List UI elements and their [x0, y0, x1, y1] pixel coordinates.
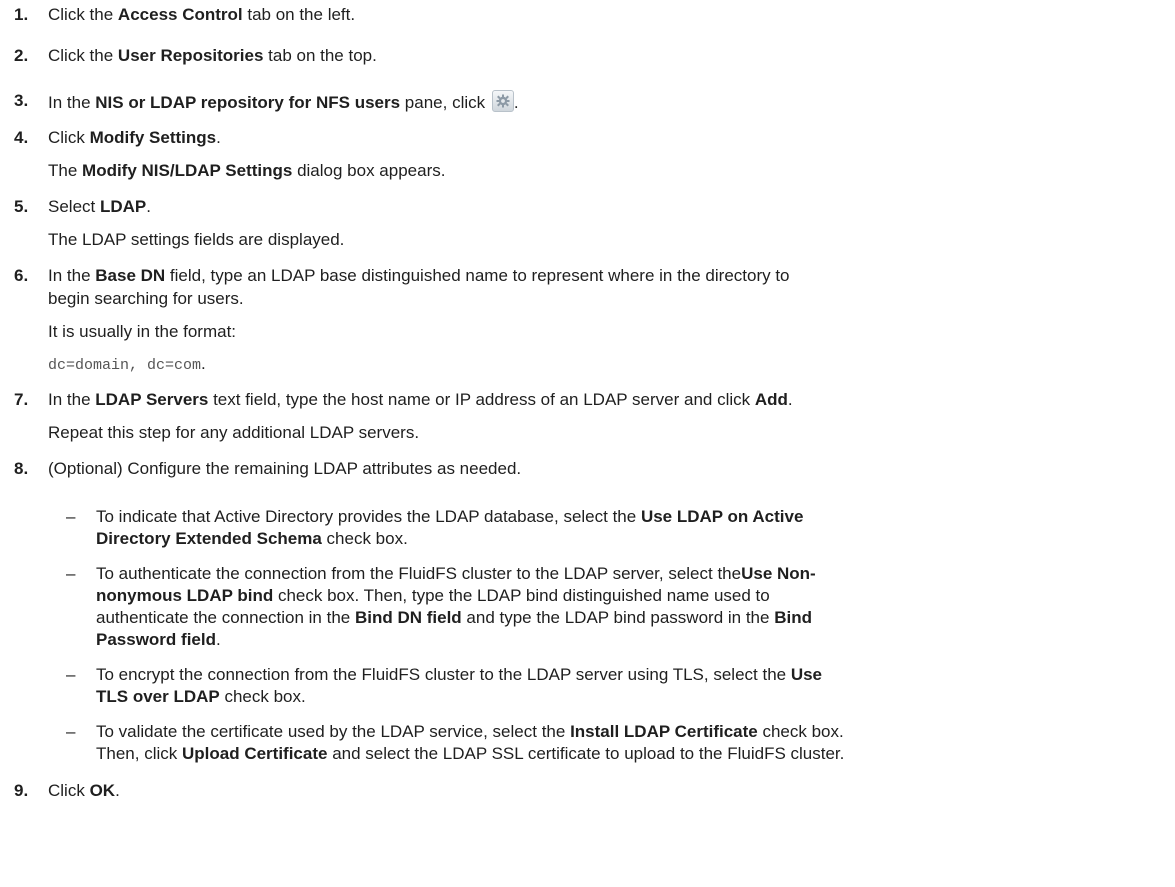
bullet-4-t3: Then, click [96, 744, 182, 763]
step-5-post: . [146, 197, 151, 216]
step-4-result-pre: The [48, 161, 83, 180]
step-7-result: Repeat this step for any additional LDAP… [48, 423, 420, 442]
step-4-post: . [216, 128, 221, 147]
step-6-continuation: begin searching for users. [48, 289, 244, 308]
bullet-4-t4: and select the LDAP SSL certificate to u… [327, 744, 845, 763]
step-6-code-tail: . [201, 354, 206, 373]
bullet-1-t2: check box. [321, 529, 408, 548]
step-2-text: Click the User Repositories tab on the t… [48, 45, 377, 67]
bullet-2-line-3: authenticate the connection in the Bind … [96, 607, 1166, 629]
step-4-bold: Modify Settings [89, 128, 217, 147]
bullet-1-b1b: Directory Extended Schema [96, 529, 322, 548]
step-6-code-line: dc=domain, dc=com. [48, 353, 206, 377]
bullet-1-b1: Use LDAP on Active [640, 507, 804, 526]
step-2-pre: Click the [48, 46, 118, 65]
step-7-post2: . [787, 390, 793, 409]
bullet-2-t5: . [215, 630, 221, 649]
step-2-post: tab on the top. [263, 46, 377, 65]
step-5-bold: LDAP [99, 197, 147, 216]
step-3-text: In the NIS or LDAP repository for NFS us… [48, 90, 519, 114]
step-6-post: field, type an LDAP base distinguished n… [165, 266, 790, 285]
step-3-bold: NIS or LDAP repository for NFS users [95, 93, 401, 112]
bullet-2-b1b: nonymous LDAP bind [96, 586, 274, 605]
step-7-bold2: Add [754, 390, 788, 409]
step-4-result-bold: Modify NIS/LDAP Settings [82, 161, 293, 180]
bullet-3-line-1: To encrypt the connection from the Fluid… [96, 664, 1166, 686]
step-4-pre: Click [48, 128, 90, 147]
bullet-3-line-2: TLS over LDAP check box. [96, 686, 1166, 708]
bullet-3-b1b: TLS over LDAP [96, 687, 220, 706]
bullet-4-line-1: To validate the certificate used by the … [96, 721, 1166, 743]
step-1-bold: Access Control [117, 5, 243, 24]
bullet-2-b2: Bind DN field [354, 608, 462, 627]
bullet-2-line-2: nonymous LDAP bind check box. Then, type… [96, 585, 1166, 607]
step-5-pre: Select [48, 197, 100, 216]
bullet-2-t1: To authenticate the connection from the … [96, 564, 742, 583]
bullet-2-line-1: To authenticate the connection from the … [96, 563, 1166, 585]
step-3-tail: . [513, 93, 519, 112]
step-6-text: In the Base DN field, type an LDAP base … [48, 265, 790, 287]
bullet-4-t1: To validate the certificate used by the … [96, 722, 571, 741]
step-3-pre: In the [48, 93, 96, 112]
step-6-format-note: It is usually in the format: [48, 322, 237, 341]
bullet-3-b1: Use [790, 665, 823, 684]
bullet-1-line-1: To indicate that Active Directory provid… [96, 506, 1166, 528]
bullet-1-t1: To indicate that Active Directory provid… [96, 507, 641, 526]
step-6-pre: In the [48, 266, 96, 285]
bullet-1-dash: – [66, 507, 76, 526]
bullet-2-dash: – [66, 564, 76, 583]
bullet-4-text: To validate the certificate used by the … [96, 721, 1166, 765]
step-8-text: (Optional) Configure the remaining LDAP … [48, 459, 522, 478]
step-7-post: text field, type the host name or IP add… [208, 390, 755, 409]
bullet-2-b3b: Password field [96, 630, 216, 649]
step-7-text: In the LDAP Servers text field, type the… [48, 389, 793, 411]
step-3-post: pane, click [400, 93, 490, 112]
bullet-3-text: To encrypt the connection from the Fluid… [96, 664, 1166, 708]
step-5-result: The LDAP settings fields are displayed. [48, 230, 345, 249]
step-1-pre: Click the [48, 5, 118, 24]
instruction-document: 1. Click the Access Control tab on the l… [0, 0, 1175, 887]
bullet-3-t2: check box. [219, 687, 306, 706]
step-1-post: tab on the left. [242, 5, 356, 24]
bullet-1-text: To indicate that Active Directory provid… [96, 506, 1166, 550]
step-9-pre: Click [48, 781, 90, 800]
bullet-2-b1: Use Non- [741, 564, 816, 583]
step-2-bold: User Repositories [117, 46, 264, 65]
step-5-text: Select LDAP. [48, 196, 151, 218]
step-7-pre: In the [48, 390, 96, 409]
step-7-bold: LDAP Servers [95, 390, 209, 409]
bullet-2-t4: and type the LDAP bind password in the [461, 608, 775, 627]
step-4-result-post: dialog box appears. [292, 161, 446, 180]
step-9-text: Click OK. [48, 780, 120, 802]
settings-gear-icon [491, 90, 514, 112]
bullet-4-dash: – [66, 722, 76, 741]
bullet-4-b1: Install LDAP Certificate [570, 722, 758, 741]
bullet-2-t2: check box. Then, type the LDAP bind dist… [273, 586, 770, 605]
step-4-text: Click Modify Settings. [48, 127, 221, 149]
bullet-1-line-2: Directory Extended Schema check box. [96, 528, 1166, 550]
bullet-3-t1: To encrypt the connection from the Fluid… [96, 665, 791, 684]
bullet-3-dash: – [66, 665, 76, 684]
step-1-text: Click the Access Control tab on the left… [48, 4, 355, 26]
bullet-2-b3: Bind [774, 608, 812, 627]
base-dn-example: dc=domain, dc=com [48, 357, 202, 374]
step-9-bold: OK [89, 781, 116, 800]
step-9-post: . [115, 781, 120, 800]
bullet-4-b2: Upload Certificate [181, 744, 328, 763]
bullet-2-text: To authenticate the connection from the … [96, 563, 1166, 651]
step-6-bold: Base DN [95, 266, 166, 285]
step-4-result: The Modify NIS/LDAP Settings dialog box … [48, 160, 445, 182]
bullet-2-line-4: Password field. [96, 629, 1166, 651]
bullet-2-t3: authenticate the connection in the [96, 608, 355, 627]
bullet-4-line-2: Then, click Upload Certificate and selec… [96, 743, 1166, 765]
bullet-4-t2: check box. [757, 722, 844, 741]
